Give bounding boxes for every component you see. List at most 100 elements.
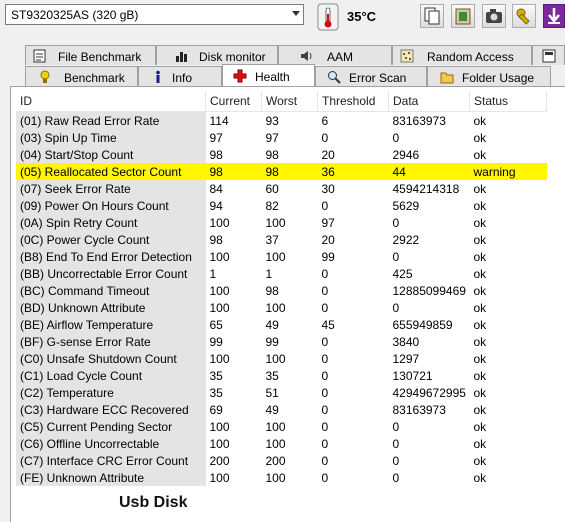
table-row[interactable]: (B8) End To End Error Detection 100 100 99 0… (16, 248, 547, 265)
table-row[interactable]: (BD) Unknown Attribute 100 100 0 0 ok (16, 299, 547, 316)
cell-status: ok (473, 266, 487, 281)
table-row[interactable]: (03) Spin Up Time 97 97 0 0 ok (16, 129, 547, 146)
cell-worst: 97 (265, 130, 279, 145)
column-header-data[interactable]: Data (388, 91, 470, 112)
cell-data: 425 (392, 266, 413, 281)
options-button[interactable] (512, 4, 536, 28)
table-row[interactable]: (C7) Interface CRC Error Count 200 200 0 0 ok (16, 452, 547, 469)
cell-data: 0 (392, 470, 400, 485)
column-header-status[interactable]: Status (469, 91, 547, 112)
cell-current: 98 (205, 163, 262, 180)
cell-worst: 49 (265, 402, 279, 417)
table-row[interactable]: (0A) Spin Retry Count 100 100 97 0 ok (16, 214, 547, 231)
cell-status: ok (473, 453, 487, 468)
table-row[interactable]: (C2) Temperature 35 51 0 42949672995 ok (16, 384, 547, 401)
tab-row-bottom: Benchmark Info Health Error Scan Folder … (10, 64, 565, 86)
tab-overflow[interactable] (532, 45, 565, 65)
table-row[interactable]: (BE) Airflow Temperature 65 49 45 655949859 o… (16, 316, 547, 333)
cell-worst: 35 (265, 368, 279, 383)
cell-id: (09) Power On Hours Count (16, 197, 206, 214)
chevron-down-icon[interactable] (292, 11, 300, 16)
cell-current: 100 (209, 215, 230, 230)
cell-status: ok (473, 334, 487, 349)
column-header-current[interactable]: Current (205, 91, 262, 112)
table-row[interactable]: (01) Raw Read Error Rate 114 93 6 83163973 ok (16, 111, 547, 129)
tab-file-benchmark[interactable]: File Benchmark (25, 45, 156, 65)
screenshot-button[interactable] (482, 4, 506, 28)
tab-aam[interactable]: AAM (278, 45, 392, 65)
cell-threshold: 45 (321, 317, 335, 332)
table-row[interactable]: (04) Start/Stop Count 98 98 20 2946 ok (16, 146, 547, 163)
copy-button[interactable] (420, 4, 444, 28)
cell-status: ok (473, 402, 487, 417)
cell-worst: 98 (265, 147, 279, 162)
cell-current: 114 (209, 113, 229, 128)
table-row[interactable]: (C0) Unsafe Shutdown Count 100 100 0 1297 ok (16, 350, 547, 367)
cell-worst: 98 (265, 283, 279, 298)
table-row[interactable]: (05) Reallocated Sector Count 98 98 36 44 war… (16, 163, 547, 180)
download-arrow-icon (548, 8, 560, 24)
cell-data: 0 (392, 453, 400, 468)
table-row[interactable]: (BF) G-sense Error Rate 99 99 0 3840 ok (16, 333, 547, 350)
file-benchmark-icon (33, 49, 46, 63)
cell-current: 35 (209, 368, 223, 383)
table-row[interactable]: (C1) Load Cycle Count 35 35 0 130721 ok (16, 367, 547, 384)
caption: Usb Disk (119, 494, 188, 511)
tab-disk-monitor[interactable]: Disk monitor (156, 45, 278, 65)
cell-data: 83163973 (392, 402, 446, 417)
smart-table: ID Current Worst Threshold Data Status (… (16, 91, 547, 486)
exit-button[interactable] (543, 4, 565, 28)
cell-data: 0 (392, 419, 400, 434)
cell-data: 1297 (392, 351, 420, 366)
cell-worst: 98 (261, 163, 318, 180)
cell-threshold: 0 (321, 300, 329, 315)
cell-status: ok (473, 215, 487, 230)
cell-id: (BD) Unknown Attribute (16, 299, 206, 316)
cell-status: ok (473, 198, 487, 213)
table-row[interactable]: (BB) Uncorrectable Error Count 1 1 0 425 ok (16, 265, 547, 282)
tab-label: Folder Usage (462, 71, 535, 85)
cell-data: 130721 (392, 368, 433, 383)
cell-worst: 100 (265, 436, 286, 451)
table-row[interactable]: (C5) Current Pending Sector 100 100 0 0 ok (16, 418, 547, 435)
column-header-threshold[interactable]: Threshold (317, 91, 389, 112)
cell-current: 35 (209, 385, 223, 400)
tab-health[interactable]: Health (222, 64, 315, 86)
cell-status: ok (473, 181, 487, 196)
table-row[interactable]: (C3) Hardware ECC Recovered 69 49 0 83163973… (16, 401, 547, 418)
cell-id: (C7) Interface CRC Error Count (16, 452, 206, 469)
copy-icon (424, 7, 440, 25)
cell-data: 12885099469 (392, 283, 466, 298)
calculator-icon (542, 49, 556, 63)
cell-id: (07) Seek Error Rate (16, 180, 206, 197)
copy-all-button[interactable] (451, 4, 475, 28)
cell-worst: 49 (265, 317, 279, 332)
tab-info[interactable]: Info (138, 66, 222, 86)
cell-id: (C3) Hardware ECC Recovered (16, 401, 206, 418)
table-row[interactable]: (BC) Command Timeout 100 98 0 12885099469 ok (16, 282, 547, 299)
cell-status: ok (473, 249, 487, 264)
tab-random-access[interactable]: Random Access (392, 45, 532, 65)
tab-error-scan[interactable]: Error Scan (315, 66, 427, 86)
cell-status: ok (473, 232, 487, 247)
table-row[interactable]: (FE) Unknown Attribute 100 100 0 0 ok (16, 469, 547, 486)
table-row[interactable]: (07) Seek Error Rate 84 60 30 4594214318 ok (16, 180, 547, 197)
cell-status: ok (473, 147, 487, 162)
column-header-id[interactable]: ID (16, 91, 206, 112)
column-header-worst[interactable]: Worst (261, 91, 318, 112)
cell-worst: 100 (265, 351, 286, 366)
cell-id: (FE) Unknown Attribute (16, 469, 206, 486)
drive-select[interactable]: ST9320325AS (320 gB) (5, 4, 304, 25)
benchmark-icon (40, 70, 50, 83)
cell-id: (BC) Command Timeout (16, 282, 206, 299)
tab-folder-usage[interactable]: Folder Usage (427, 66, 551, 86)
table-row[interactable]: (C6) Offline Uncorrectable 100 100 0 0 ok (16, 435, 547, 452)
cell-data: 2946 (392, 147, 420, 162)
cell-threshold: 0 (321, 198, 329, 213)
tab-benchmark[interactable]: Benchmark (25, 66, 138, 86)
cell-current: 65 (209, 317, 223, 332)
cell-threshold: 30 (321, 181, 335, 196)
table-row[interactable]: (09) Power On Hours Count 94 82 0 5629 ok (16, 197, 547, 214)
thermometer-icon (317, 3, 339, 31)
table-row[interactable]: (0C) Power Cycle Count 98 37 20 2922 ok (16, 231, 547, 248)
